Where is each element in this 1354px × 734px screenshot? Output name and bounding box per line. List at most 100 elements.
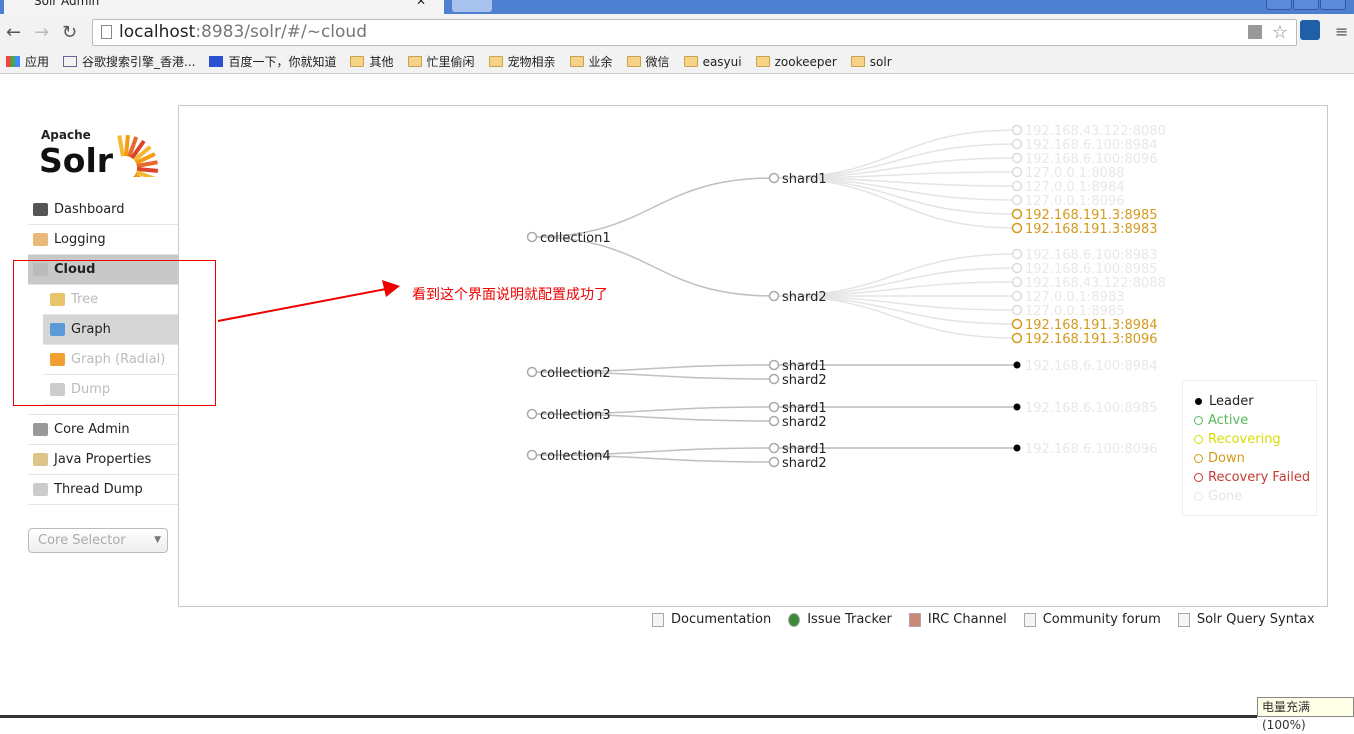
bookmark-item[interactable]: 谷歌搜索引擎_香港... (63, 53, 195, 70)
footer-link-community-forum[interactable]: Community forum (1023, 612, 1161, 627)
minimize-button[interactable] (1266, 0, 1292, 10)
sidebar-item-label: Logging (54, 232, 106, 247)
browser-tab[interactable]: Solr Admin ✕ (4, 0, 444, 14)
legend-dot-icon (1194, 473, 1203, 482)
footer-link-issue-tracker[interactable]: Issue Tracker (788, 612, 892, 627)
folder-icon (850, 56, 865, 67)
legend-item-down: Down (1194, 449, 1316, 468)
footer-link-solr-query-syntax[interactable]: Solr Query Syntax (1177, 612, 1315, 627)
battery-tooltip: 电量充满(100%) (1257, 697, 1354, 732)
bookmark-item[interactable]: 宠物相亲 (488, 53, 556, 70)
url-host: localhost (119, 22, 196, 42)
bookmark-item[interactable]: zookeeper (755, 54, 837, 69)
legend-label: Leader (1209, 394, 1254, 409)
legend-item-recovery-failed: Recovery Failed (1194, 468, 1316, 487)
bookmark-label: 其他 (369, 55, 394, 69)
sidebar-item-thread-dump[interactable]: Thread Dump (28, 475, 178, 505)
logo-solr-text: Solr (40, 141, 114, 177)
url-path: :8983/solr/#/~cloud (195, 22, 367, 42)
bookmark-label: 应用 (25, 55, 50, 69)
extension-icon[interactable] (1300, 20, 1320, 40)
bookmark-item[interactable]: 应用 (6, 53, 49, 70)
bookmark-label: 宠物相亲 (507, 55, 556, 69)
maximize-button[interactable] (1293, 0, 1319, 10)
query-syntax-icon (1177, 612, 1190, 627)
address-bar[interactable]: localhost:8983/solr/#/~cloud ☆ (92, 19, 1297, 46)
bookmark-label: solr (869, 54, 892, 69)
bookmark-label: zookeeper (774, 54, 837, 69)
footer-link-label: IRC Channel (927, 612, 1007, 627)
dashboard-icon (33, 203, 48, 216)
sidebar-item-label: Core Admin (54, 422, 130, 437)
folder-icon (626, 56, 641, 67)
browser-toolbar: ← → ↻ localhost:8983/solr/#/~cloud ☆ ≡ (0, 14, 1354, 50)
sidebar-item-label: Thread Dump (54, 482, 143, 497)
bookmark-item[interactable]: 业余 (569, 53, 613, 70)
legend-dot-icon (1194, 435, 1203, 444)
core-selector[interactable]: Core Selector ▼ (28, 528, 168, 553)
thread-dump-icon (33, 483, 48, 496)
window-controls (1266, 0, 1346, 10)
graph-legend: Leader Active Recovering Down Recovery Faile… (1182, 380, 1317, 516)
tab-title: Solr Admin (34, 0, 100, 8)
tab-bar: Solr Admin ✕ (0, 0, 1354, 14)
solr-logo[interactable]: Apache Solr (39, 113, 160, 201)
legend-dot-icon (1194, 492, 1203, 501)
sidebar-item-dashboard[interactable]: Dashboard (28, 195, 178, 225)
mail-icon (1023, 612, 1036, 627)
core-selector-label: Core Selector (38, 533, 126, 548)
page-icon (101, 25, 112, 39)
new-tab-button[interactable] (452, 0, 492, 12)
folder-icon (407, 56, 422, 67)
sidebar-item-core-admin[interactable]: Core Admin (28, 415, 178, 445)
site-icon (209, 56, 224, 67)
irc-icon (908, 612, 921, 627)
bookmark-label: 百度一下，你就知道 (228, 55, 337, 69)
folder-icon (488, 56, 503, 67)
sidebar-divider (28, 405, 178, 415)
footer-link-label: Documentation (671, 612, 772, 627)
legend-dot-icon (1194, 454, 1203, 463)
legend-label: Gone (1208, 489, 1243, 504)
footer-link-irc-channel[interactable]: IRC Channel (908, 612, 1007, 627)
logo-apache-text: Apache (41, 128, 91, 142)
star-icon[interactable]: ☆ (1272, 20, 1288, 45)
bookmarks-bar: 应用 谷歌搜索引擎_香港... 百度一下，你就知道 其他 忙里偷闲 宠物相亲 业余 微信 eas… (0, 50, 1354, 74)
bookmark-item[interactable]: 微信 (626, 53, 670, 70)
bookmark-item[interactable]: 百度一下，你就知道 (209, 53, 336, 70)
legend-label: Recovery Failed (1208, 470, 1311, 485)
translate-icon[interactable] (1248, 25, 1262, 39)
bookmark-item[interactable]: 其他 (350, 53, 394, 70)
bug-icon (788, 612, 801, 627)
sidebar-item-label: Dashboard (54, 202, 125, 217)
sidebar-item-java-properties[interactable]: Java Properties (28, 445, 178, 475)
chevron-down-icon: ▼ (154, 535, 161, 545)
back-icon[interactable]: ← (6, 22, 21, 43)
documentation-icon (652, 612, 664, 627)
folder-icon (569, 56, 584, 67)
core-admin-icon (33, 423, 48, 436)
footer-link-documentation[interactable]: Documentation (652, 612, 771, 627)
forward-icon[interactable]: → (34, 22, 49, 43)
legend-dot-icon (1194, 416, 1203, 425)
bookmark-item[interactable]: solr (850, 54, 892, 69)
footer-links: Documentation Issue Tracker IRC Channel Com… (652, 612, 1332, 627)
reload-icon[interactable]: ↻ (62, 22, 77, 43)
close-window-button[interactable] (1320, 0, 1346, 10)
close-tab-icon[interactable]: ✕ (416, 0, 426, 8)
menu-icon[interactable]: ≡ (1335, 22, 1348, 41)
annotation-text: 看到这个界面说明就配置成功了 (412, 287, 608, 303)
solr-logo-image: Apache Solr (39, 128, 159, 201)
bookmark-label: 微信 (645, 55, 670, 69)
sidebar-item-logging[interactable]: Logging (28, 225, 178, 255)
bookmark-label: 忙里偷闲 (426, 55, 475, 69)
java-icon (33, 453, 48, 466)
footer-link-label: Issue Tracker (807, 612, 892, 627)
legend-item-leader: Leader (1194, 392, 1316, 411)
bookmark-item[interactable]: 忙里偷闲 (407, 53, 475, 70)
legend-item-gone: Gone (1194, 487, 1316, 506)
bookmark-item[interactable]: easyui (683, 55, 742, 69)
footer-link-label: Solr Query Syntax (1196, 612, 1315, 627)
legend-dot-icon (1195, 398, 1202, 405)
bookmark-label: 谷歌搜索引擎_香港... (82, 55, 196, 69)
